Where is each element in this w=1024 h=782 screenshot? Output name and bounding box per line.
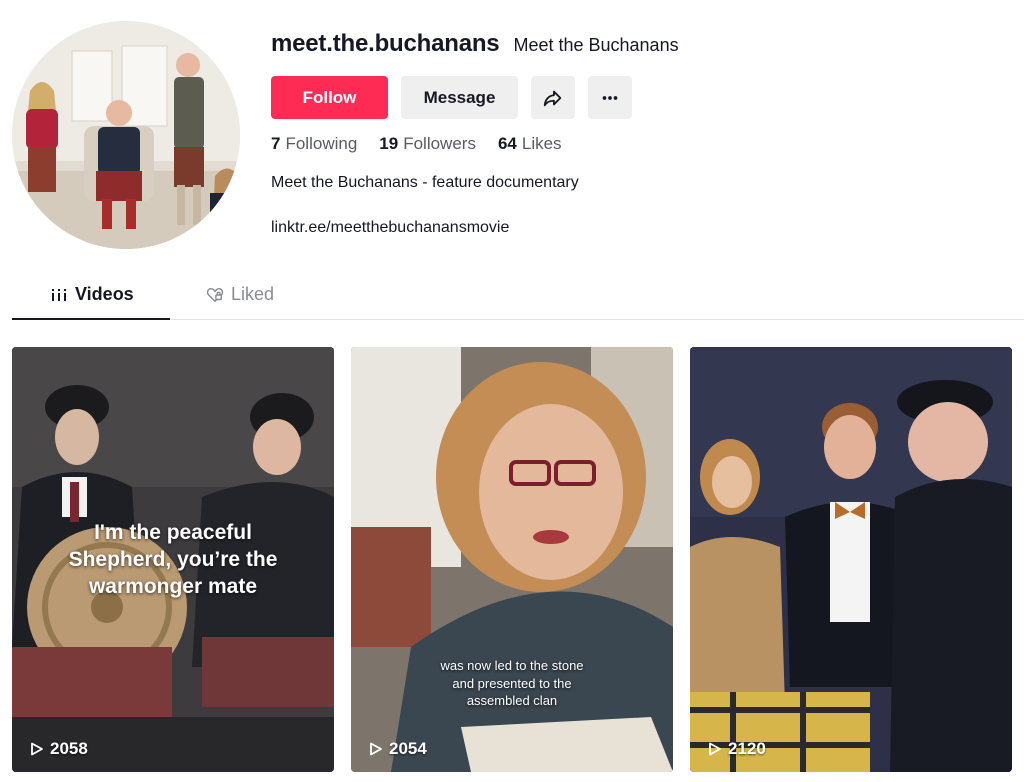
- share-arrow-icon: [543, 90, 562, 106]
- following-stat[interactable]: 7 Following: [271, 134, 357, 154]
- caption-line: Shepherd, you’re the: [68, 548, 278, 571]
- caption-line: assembled clan: [466, 693, 558, 708]
- view-count: 2120: [708, 739, 766, 759]
- profile-actions: Follow Message: [271, 76, 632, 119]
- profile-link[interactable]: linktr.ee/meetthebuchanansmovie: [271, 219, 509, 237]
- video-caption: I'm the peaceful Shepherd, you’re the wa…: [12, 519, 334, 600]
- view-count-value: 2054: [389, 739, 427, 758]
- followers-label: Followers: [403, 134, 476, 153]
- play-icon: [709, 742, 721, 756]
- likes-count: 64: [497, 134, 517, 153]
- tab-videos-label: Videos: [75, 284, 134, 304]
- caption-line: was now led to the stone: [440, 658, 584, 673]
- more-dots-icon: [602, 95, 618, 100]
- play-icon: [31, 742, 43, 756]
- active-tab-underline: [12, 318, 170, 320]
- following-count: 7: [271, 134, 281, 153]
- view-count: 2058: [30, 739, 88, 759]
- caption-line: and presented to the: [452, 675, 572, 691]
- message-button[interactable]: Message: [401, 76, 518, 119]
- play-icon: [370, 742, 382, 756]
- caption-line: warmonger mate: [88, 575, 258, 598]
- likes-stat: 64 Likes: [498, 134, 562, 154]
- view-count: 2054: [369, 739, 427, 759]
- share-button[interactable]: [531, 76, 575, 119]
- profile-stats: 7 Following 19 Followers 64 Likes: [271, 134, 562, 154]
- profile-info: meet.the.buchanans Meet the Buchanans Fo…: [271, 30, 1004, 236]
- video-card[interactable]: 2120: [690, 347, 1012, 772]
- grid-bars-icon: [52, 288, 66, 301]
- title-row: meet.the.buchanans Meet the Buchanans: [271, 30, 1004, 64]
- profile-handle: meet.the.buchanans: [271, 30, 500, 57]
- likes-label: Likes: [521, 134, 562, 153]
- more-button[interactable]: [588, 76, 632, 119]
- follow-button[interactable]: Follow: [271, 76, 388, 119]
- video-card[interactable]: I'm the peaceful Shepherd, you’re the wa…: [12, 347, 334, 772]
- profile-tabs: Videos Liked: [12, 274, 1024, 320]
- tab-videos[interactable]: Videos: [50, 284, 134, 305]
- tab-liked-label: Liked: [231, 284, 275, 304]
- following-label: Following: [285, 134, 358, 153]
- view-count-value: 2058: [50, 739, 88, 758]
- family-portrait-avatar: [12, 21, 240, 249]
- view-count-value: 2120: [728, 739, 766, 758]
- heart-lock-icon: [206, 287, 224, 302]
- video-card[interactable]: was now led to the stone and presented t…: [351, 347, 673, 772]
- profile-nickname: Meet the Buchanans: [513, 35, 679, 55]
- caption-line: I'm the peaceful: [94, 521, 252, 544]
- video-thumbnail-red-carpet: [690, 347, 1012, 772]
- profile-bio: Meet the Buchanans - feature documentary: [271, 174, 579, 191]
- profile-avatar[interactable]: [12, 21, 240, 249]
- followers-count: 19: [379, 134, 399, 153]
- video-caption: was now led to the stone and presented t…: [351, 657, 673, 710]
- followers-stat[interactable]: 19 Followers: [379, 134, 476, 154]
- tab-liked[interactable]: Liked: [206, 284, 274, 305]
